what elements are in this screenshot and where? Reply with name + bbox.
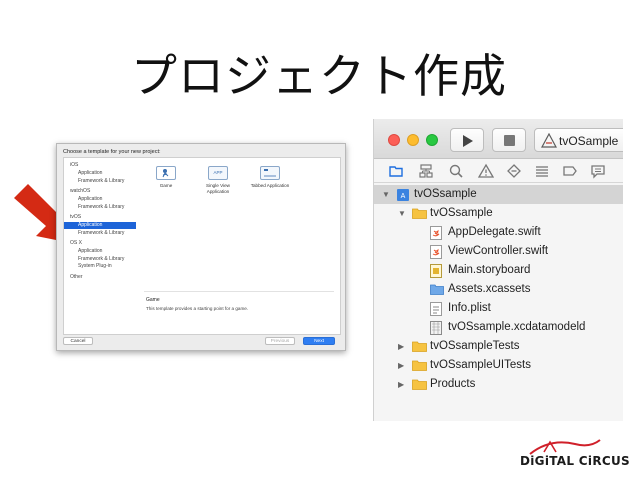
stop-button[interactable]	[492, 128, 526, 152]
swift-file-icon	[430, 245, 444, 259]
xcode-project-icon: A	[396, 188, 410, 201]
folder-icon	[412, 340, 427, 352]
dialog-panel: iOS Application Framework & Library watchOS…	[63, 157, 341, 335]
tree-row[interactable]: ▼ tvOSsample	[374, 204, 623, 223]
xcode-toolbar: tvOSample	[374, 119, 623, 159]
folder-icon	[412, 378, 427, 390]
slide-title: プロジェクト作成	[131, 49, 507, 103]
navigator-tab-bar	[374, 159, 623, 183]
category-heading: iOS	[70, 162, 79, 168]
disclosure-closed-icon[interactable]: ▶	[398, 375, 404, 394]
tree-row[interactable]: Assets.xcassets	[374, 280, 623, 299]
category-item[interactable]: System Plug-in	[64, 263, 136, 270]
category-item[interactable]: Application	[64, 248, 136, 255]
category-heading: watchOS	[70, 188, 91, 194]
debug-navigator-list-icon[interactable]	[534, 163, 550, 179]
disclosure-open-icon[interactable]: ▼	[382, 185, 390, 204]
dialog-divider	[144, 291, 334, 292]
breakpoint-navigator-icon[interactable]	[562, 163, 578, 179]
project-navigator-folder-icon[interactable]	[388, 163, 404, 179]
dialog-header: Choose a template for your new project:	[63, 149, 161, 155]
cancel-button[interactable]: Cancel	[63, 337, 93, 345]
test-navigator-diamond-icon[interactable]	[506, 163, 522, 179]
disclosure-open-icon[interactable]: ▼	[398, 204, 406, 223]
category-item[interactable]: Application	[64, 196, 136, 203]
tree-item-label: Main.storyboard	[448, 264, 531, 276]
tree-row[interactable]: tvOSsample.xcdatamodeld	[374, 318, 623, 337]
tree-item-label: tvOSsampleTests	[430, 340, 520, 352]
report-navigator-icon[interactable]	[590, 163, 606, 179]
stop-icon	[504, 135, 515, 146]
tree-row[interactable]: ▶ Products	[374, 375, 623, 394]
swift-file-icon	[430, 226, 444, 240]
tree-item-label: tvOSsample	[430, 207, 493, 219]
next-button[interactable]: Next	[303, 337, 335, 345]
description-title: Game	[146, 297, 160, 303]
xcode-window: tvOSample ▼ A tvOSsample ▼ tvOSsample Ap…	[373, 119, 623, 421]
minimize-window-button[interactable]	[407, 134, 419, 146]
disclosure-closed-icon[interactable]: ▶	[398, 356, 404, 375]
folder-icon	[412, 359, 427, 371]
tree-item-label: tvOSsample.xcdatamodeld	[448, 321, 586, 333]
tree-row[interactable]: Main.storyboard	[374, 261, 623, 280]
tree-row[interactable]: ViewController.swift	[374, 242, 623, 261]
scheme-selector[interactable]: tvOSample	[534, 128, 623, 152]
category-item[interactable]: Application	[64, 170, 136, 177]
digital-circus-logo: DiGiTAL CiRCUS	[520, 436, 630, 472]
tree-row[interactable]: Info.plist	[374, 299, 623, 318]
close-window-button[interactable]	[388, 134, 400, 146]
scheme-label: tvOSample	[559, 134, 619, 148]
app-template-icon: APP	[208, 166, 228, 180]
template-label: Game	[159, 183, 173, 188]
zoom-window-button[interactable]	[426, 134, 438, 146]
template-grid: Game APP Single View Application Tabbed …	[144, 166, 334, 226]
plist-file-icon	[430, 302, 444, 316]
category-item[interactable]: Framework & Library	[64, 204, 136, 211]
tree-item-label: Info.plist	[448, 302, 491, 314]
tree-row[interactable]: AppDelegate.swift	[374, 223, 623, 242]
previous-button[interactable]: Previous	[265, 337, 295, 345]
template-chooser-dialog: Choose a template for your new project: …	[56, 143, 346, 351]
run-button[interactable]	[450, 128, 484, 152]
storyboard-file-icon	[430, 264, 444, 278]
game-template-icon	[156, 166, 176, 180]
template-single-view[interactable]: APP Single View Application	[196, 166, 240, 194]
tabbed-template-icon	[260, 166, 280, 180]
symbol-navigator-hierarchy-icon[interactable]	[418, 163, 434, 179]
tree-row[interactable]: ▼ AtvOSsample	[374, 185, 623, 204]
category-item[interactable]: Framework & Library	[64, 256, 136, 263]
tree-item-label: ViewController.swift	[448, 245, 549, 257]
category-list: iOS Application Framework & Library watchOS…	[64, 158, 136, 334]
category-item[interactable]: Framework & Library	[64, 178, 136, 185]
tree-row[interactable]: ▶ tvOSsampleUITests	[374, 356, 623, 375]
play-icon	[463, 135, 473, 147]
issue-navigator-warning-icon[interactable]	[477, 163, 495, 179]
category-heading: Other	[70, 273, 83, 280]
logo-text: DiGiTAL CiRCUS	[520, 454, 630, 468]
template-label: Single View Application	[206, 183, 230, 194]
find-navigator-search-icon[interactable]	[448, 163, 464, 179]
disclosure-closed-icon[interactable]: ▶	[398, 337, 404, 356]
template-label: Tabbed Application	[250, 183, 290, 188]
category-heading: OS X	[70, 240, 82, 246]
tree-item-label: Products	[430, 378, 476, 390]
svg-text:A: A	[401, 193, 406, 200]
tree-item-label: tvOSsampleUITests	[430, 359, 531, 371]
category-item[interactable]: Framework & Library	[64, 230, 136, 237]
tree-item-label: AppDelegate.swift	[448, 226, 541, 238]
tree-item-label: tvOSsample	[414, 188, 477, 200]
tree-row[interactable]: ▶ tvOSsampleTests	[374, 337, 623, 356]
template-tabbed[interactable]: Tabbed Application	[248, 166, 292, 189]
template-game[interactable]: Game	[144, 166, 188, 189]
slide: プロジェクト作成 Choose a template for your new …	[0, 0, 638, 479]
category-item[interactable]: Application	[64, 222, 136, 229]
folder-icon	[412, 207, 427, 219]
datamodel-file-icon	[430, 321, 444, 335]
xcode-scheme-icon	[541, 133, 557, 148]
tree-item-label: Assets.xcassets	[448, 283, 531, 295]
assets-catalog-icon	[430, 283, 444, 295]
description-text: This template provides a starting point …	[146, 306, 249, 311]
category-heading: tvOS	[70, 214, 82, 220]
